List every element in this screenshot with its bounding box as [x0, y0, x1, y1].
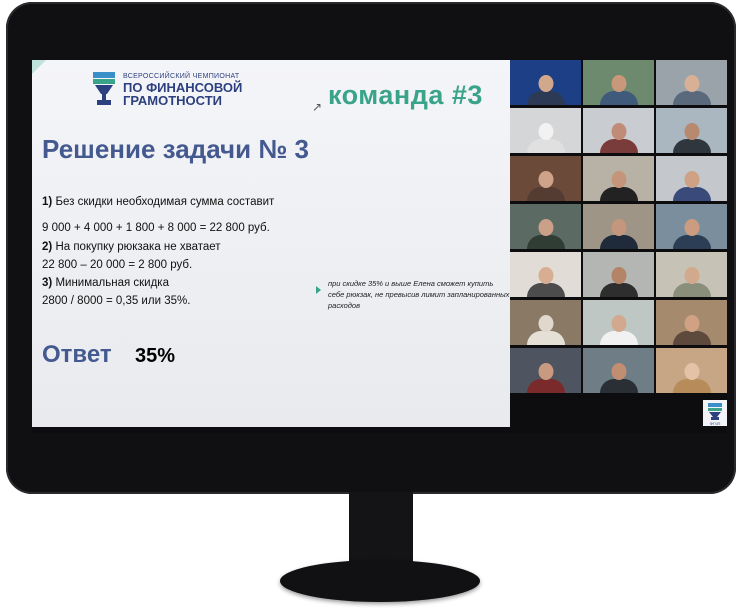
- team-label: команда #3: [328, 80, 483, 110]
- step-1-number: 1): [42, 196, 53, 208]
- participant-avatar: [672, 123, 712, 153]
- screen: ВСЕРОССИЙСКИЙ ЧЕМПИОНАТ ПО ФИНАНСОВОЙ ГР…: [32, 60, 727, 433]
- participant-video-tile[interactable]: [583, 156, 654, 201]
- participant-video-tile[interactable]: [510, 204, 581, 249]
- participant-avatar: [672, 363, 712, 393]
- participant-avatar: [599, 315, 639, 345]
- answer-label: Ответ: [42, 341, 112, 368]
- participant-video-tile[interactable]: [583, 108, 654, 153]
- step-2-text: На покупку рюкзака не хватает: [55, 241, 221, 253]
- logo-line-3: ГРАМОТНОСТИ: [123, 93, 223, 108]
- participant-avatar: [599, 171, 639, 201]
- participant-video-tile[interactable]: [510, 252, 581, 297]
- participant-video-tile[interactable]: [583, 60, 654, 105]
- participant-video-tile[interactable]: [656, 156, 727, 201]
- participants-grid: [510, 60, 727, 393]
- participant-avatar: [526, 219, 566, 249]
- step-2: 2) На покупку рюкзака не хватает: [42, 241, 221, 253]
- participant-video-tile[interactable]: [656, 108, 727, 153]
- participant-avatar: [526, 75, 566, 105]
- participant-video-tile[interactable]: [510, 108, 581, 153]
- participant-avatar: [599, 75, 639, 105]
- participant-video-tile[interactable]: [583, 252, 654, 297]
- participant-video-tile[interactable]: [656, 300, 727, 345]
- step-2-calculation: 22 800 – 20 000 = 2 800 руб.: [42, 259, 193, 271]
- participant-avatar: [526, 363, 566, 393]
- participant-avatar: [672, 75, 712, 105]
- participant-avatar: [599, 267, 639, 297]
- championship-logo: ВСЕРОССИЙСКИЙ ЧЕМПИОНАТ ПО ФИНАНСОВОЙ ГР…: [91, 72, 242, 108]
- participant-avatar: [599, 123, 639, 153]
- answer-value: 35%: [135, 345, 176, 367]
- step-1: 1) Без скидки необходимая сумма составит: [42, 196, 274, 208]
- participant-avatar: [526, 315, 566, 345]
- slide-corner-decoration: [32, 60, 46, 74]
- participant-video-tile[interactable]: [510, 60, 581, 105]
- participant-video-tile[interactable]: [656, 252, 727, 297]
- step-3-number: 3): [42, 277, 53, 289]
- trophy-icon: [91, 72, 117, 108]
- step-3-text: Минимальная скидка: [55, 277, 169, 289]
- participant-video-tile[interactable]: [656, 60, 727, 105]
- participant-video-tile[interactable]: [583, 348, 654, 393]
- step-1-text: Без скидки необходимая сумма составит: [55, 196, 275, 208]
- step-1-calculation: 9 000 + 4 000 + 1 800 + 8 000 = 22 800 р…: [42, 222, 270, 234]
- participant-avatar: [672, 267, 712, 297]
- participant-video-tile[interactable]: [510, 348, 581, 393]
- participant-avatar: [599, 363, 639, 393]
- monitor-base: [280, 560, 480, 602]
- step-3: 3) Минимальная скидка: [42, 277, 169, 289]
- slide-title: Решение задачи № 3: [42, 134, 309, 164]
- participant-video-tile[interactable]: [583, 204, 654, 249]
- participant-video-tile[interactable]: [656, 348, 727, 393]
- conclusion-note-text: при скидке 35% и выше Елена сможет купит…: [328, 279, 510, 310]
- participant-avatar: [599, 219, 639, 249]
- participant-video-tile[interactable]: [510, 300, 581, 345]
- participant-video-tile[interactable]: [656, 204, 727, 249]
- presentation-slide: ВСЕРОССИЙСКИЙ ЧЕМПИОНАТ ПО ФИНАНСОВОЙ ГР…: [32, 60, 510, 427]
- participant-video-tile[interactable]: [583, 300, 654, 345]
- arrow-icon: [316, 286, 321, 294]
- step-3-calculation: 2800 / 8000 = 0,35 или 35%.: [42, 295, 191, 307]
- participant-avatar: [526, 171, 566, 201]
- participant-avatar: [672, 315, 712, 345]
- monitor-neck: [349, 492, 413, 564]
- participant-avatar: [672, 219, 712, 249]
- conclusion-note: при скидке 35% и выше Елена сможет купит…: [316, 278, 510, 311]
- brand-logo: ФГЧП: [703, 400, 727, 426]
- step-2-number: 2): [42, 241, 53, 253]
- participant-video-tile[interactable]: [510, 156, 581, 201]
- brand-logo-text: ФГЧП: [710, 421, 721, 426]
- participant-avatar: [526, 123, 566, 153]
- participant-avatar: [526, 267, 566, 297]
- participant-avatar: [672, 171, 712, 201]
- mouse-cursor-icon: ↗: [312, 100, 323, 114]
